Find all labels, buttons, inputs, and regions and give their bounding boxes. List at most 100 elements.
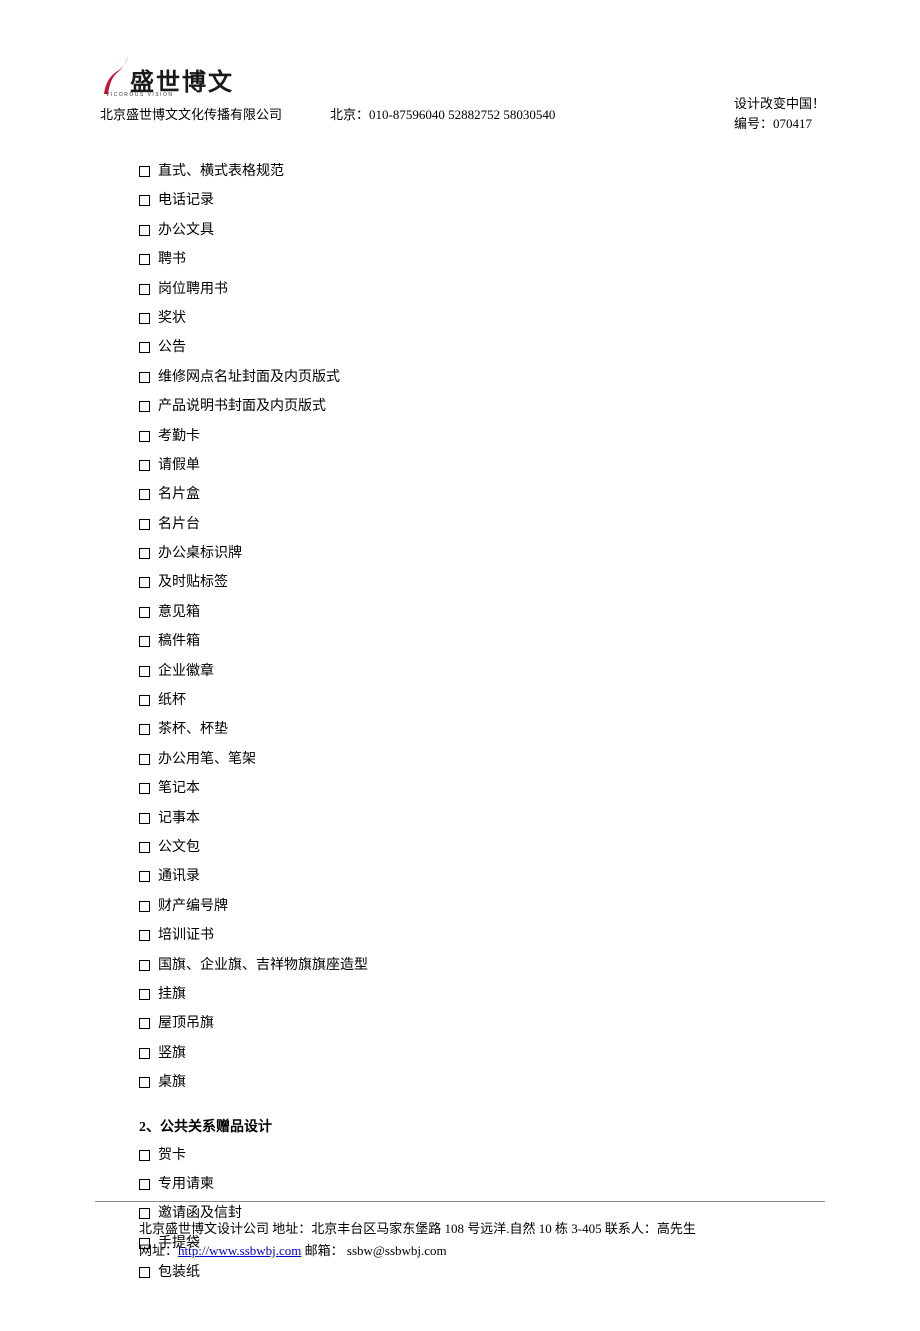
section1-item: 茶杯、杯垫 — [139, 719, 825, 741]
section1-item: 桌旗 — [139, 1072, 825, 1094]
company-name: 北京盛世博文文化传播有限公司 — [100, 104, 282, 123]
section1-item: 公文包 — [139, 837, 825, 859]
section1-item: 国旗、企业旗、吉祥物旗旗座造型 — [139, 955, 825, 977]
section1-item-label: 公文包 — [158, 837, 825, 859]
section1-item: 培训证书 — [139, 925, 825, 947]
section1-item-label: 及时贴标签 — [158, 572, 825, 594]
section1-item-label: 挂旗 — [158, 984, 825, 1006]
section1-item-label: 记事本 — [158, 808, 825, 830]
section2-item-label: 贺卡 — [158, 1145, 825, 1167]
serial-number-line: 编号：070417 — [734, 114, 825, 134]
section1-item: 屋顶吊旗 — [139, 1013, 825, 1035]
checkbox-icon — [139, 607, 150, 618]
section1-item-label: 财产编号牌 — [158, 896, 825, 918]
section1-item: 财产编号牌 — [139, 896, 825, 918]
section1-item-label: 奖状 — [158, 308, 825, 330]
footer-line2: 网址：http://www.ssbwbj.com 邮箱： ssbw@ssbwbj… — [139, 1240, 825, 1262]
logo-swoosh-icon — [100, 54, 132, 96]
section1-item-label: 茶杯、杯垫 — [158, 719, 825, 741]
checkbox-icon — [139, 1267, 150, 1278]
checkbox-icon — [139, 431, 150, 442]
company-logo: 盛世博文 VICOROUS VISION — [100, 52, 255, 100]
checkbox-icon — [139, 901, 150, 912]
section1-item: 岗位聘用书 — [139, 279, 825, 301]
phone-info: 北京：010-87596040 52882752 58030540 — [330, 104, 555, 123]
section1-item: 名片台 — [139, 514, 825, 536]
checkbox-icon — [139, 284, 150, 295]
section1-item-label: 培训证书 — [158, 925, 825, 947]
checkbox-icon — [139, 401, 150, 412]
section1-item-label: 竖旗 — [158, 1043, 825, 1065]
section1-item-label: 岗位聘用书 — [158, 279, 825, 301]
section1-item: 奖状 — [139, 308, 825, 330]
section1-item: 办公文具 — [139, 220, 825, 242]
serial-label: 编号： — [734, 116, 773, 131]
section1-item: 通讯录 — [139, 866, 825, 888]
section1-item: 纸杯 — [139, 690, 825, 712]
section1-item: 直式、横式表格规范 — [139, 161, 825, 183]
section1-item-label: 名片盒 — [158, 484, 825, 506]
section1-item-label: 稿件箱 — [158, 631, 825, 653]
document-content: 直式、横式表格规范电话记录办公文具聘书岗位聘用书奖状公告维修网点名址封面及内页版… — [139, 161, 825, 1284]
section1-item-label: 国旗、企业旗、吉祥物旗旗座造型 — [158, 955, 825, 977]
checkbox-icon — [139, 783, 150, 794]
section1-item: 电话记录 — [139, 190, 825, 212]
serial-number: 070417 — [773, 116, 812, 131]
footer-email: ssbw@ssbwbj.com — [347, 1243, 447, 1258]
checkbox-icon — [139, 695, 150, 706]
section1-item: 产品说明书封面及内页版式 — [139, 396, 825, 418]
checkbox-icon — [139, 871, 150, 882]
document-footer: 北京盛世博文设计公司 地址：北京丰台区马家东堡路 108 号远洋.自然 10 栋… — [95, 1201, 825, 1262]
checkbox-icon — [139, 930, 150, 941]
section1-item: 公告 — [139, 337, 825, 359]
document-header: 盛世博文 VICOROUS VISION 北京盛世博文文化传播有限公司 北京：0… — [95, 52, 825, 123]
section1-item: 及时贴标签 — [139, 572, 825, 594]
checkbox-icon — [139, 1048, 150, 1059]
section1-item: 请假单 — [139, 455, 825, 477]
checkbox-icon — [139, 754, 150, 765]
checkbox-icon — [139, 1018, 150, 1029]
checkbox-icon — [139, 225, 150, 236]
checkbox-icon — [139, 636, 150, 647]
section1-item-label: 办公用笔、笔架 — [158, 749, 825, 771]
section1-item-label: 直式、横式表格规范 — [158, 161, 825, 183]
footer-line1: 北京盛世博文设计公司 地址：北京丰台区马家东堡路 108 号远洋.自然 10 栋… — [139, 1218, 825, 1240]
section1-item-label: 纸杯 — [158, 690, 825, 712]
checkbox-icon — [139, 1150, 150, 1161]
footer-divider — [95, 1201, 825, 1202]
checkbox-icon — [139, 254, 150, 265]
slogan: 设计改变中国！ — [734, 94, 825, 114]
section1-item-label: 产品说明书封面及内页版式 — [158, 396, 825, 418]
section1-item-label: 公告 — [158, 337, 825, 359]
checkbox-icon — [139, 842, 150, 853]
section1-item: 挂旗 — [139, 984, 825, 1006]
header-right-block: 设计改变中国！ 编号：070417 — [734, 94, 825, 133]
section1-item-label: 名片台 — [158, 514, 825, 536]
section1-item: 记事本 — [139, 808, 825, 830]
checkbox-icon — [139, 519, 150, 530]
checkbox-icon — [139, 166, 150, 177]
section1-item: 维修网点名址封面及内页版式 — [139, 367, 825, 389]
section1-item-label: 笔记本 — [158, 778, 825, 800]
checkbox-icon — [139, 489, 150, 500]
section1-item: 稿件箱 — [139, 631, 825, 653]
checkbox-icon — [139, 1077, 150, 1088]
section1-item: 意见箱 — [139, 602, 825, 624]
section1-checklist: 直式、横式表格规范电话记录办公文具聘书岗位聘用书奖状公告维修网点名址封面及内页版… — [139, 161, 825, 1095]
section1-item: 办公桌标识牌 — [139, 543, 825, 565]
checkbox-icon — [139, 460, 150, 471]
checkbox-icon — [139, 372, 150, 383]
section1-item-label: 请假单 — [158, 455, 825, 477]
footer-url-label: 网址： — [139, 1243, 178, 1258]
section1-item: 办公用笔、笔架 — [139, 749, 825, 771]
section1-item-label: 屋顶吊旗 — [158, 1013, 825, 1035]
footer-url[interactable]: http://www.ssbwbj.com — [178, 1243, 301, 1258]
checkbox-icon — [139, 724, 150, 735]
checkbox-icon — [139, 195, 150, 206]
footer-email-label: 邮箱： — [301, 1243, 347, 1258]
section1-item: 笔记本 — [139, 778, 825, 800]
section1-item-label: 意见箱 — [158, 602, 825, 624]
section1-item: 企业徽章 — [139, 661, 825, 683]
section1-item-label: 通讯录 — [158, 866, 825, 888]
section1-item-label: 聘书 — [158, 249, 825, 271]
